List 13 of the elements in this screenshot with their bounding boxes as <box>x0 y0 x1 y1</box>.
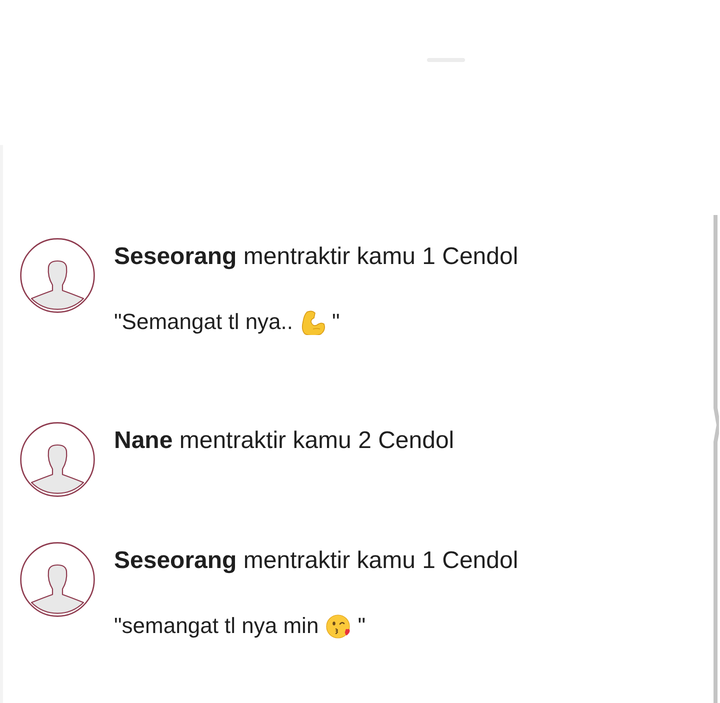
notification-title: Seseorang mentraktir kamu 1 Cendol <box>114 546 518 576</box>
message-text: "Semangat tl nya.. <box>114 308 294 336</box>
message-text: "semangat tl nya min <box>114 612 319 640</box>
notification-title: Seseorang mentraktir kamu 1 Cendol <box>114 242 518 272</box>
avatar-icon <box>20 238 95 313</box>
avatar-icon <box>20 542 95 617</box>
avatar-icon <box>20 422 95 497</box>
kissing-face-icon <box>326 614 351 638</box>
notification-title: Nane mentraktir kamu 2 Cendol <box>114 426 454 456</box>
message-text: " <box>358 612 366 640</box>
edge-handle[interactable] <box>712 215 719 703</box>
flexed-arm-icon <box>300 310 326 334</box>
message-text: " <box>332 308 340 336</box>
